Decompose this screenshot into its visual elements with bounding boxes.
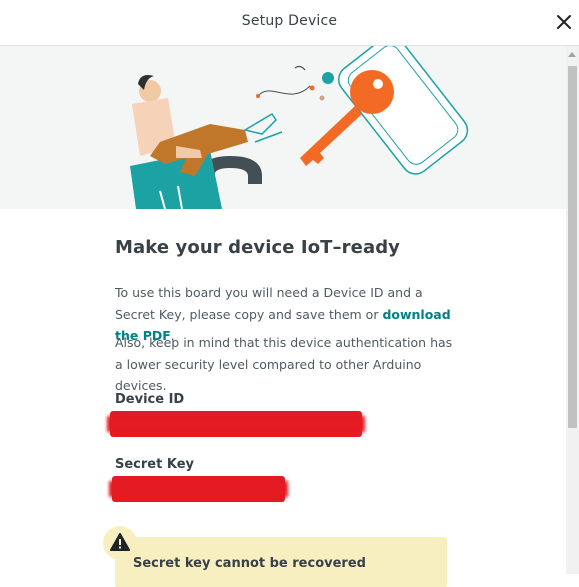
scroll-up-arrow-icon[interactable] — [568, 52, 576, 57]
device-key-illustration — [130, 46, 469, 209]
warning-icon — [102, 525, 138, 561]
close-button[interactable] — [554, 12, 574, 32]
scrollbar-thumb[interactable] — [568, 66, 577, 428]
secret-key-label: Secret Key — [115, 457, 194, 472]
device-id-value-redacted — [110, 411, 362, 437]
dialog-title: Setup Device — [241, 13, 338, 29]
page-title: Make your device IoT–ready — [115, 237, 401, 258]
scrollbar[interactable] — [566, 46, 579, 574]
device-id-label: Device ID — [115, 392, 185, 407]
warning-text: Secret key cannot be recovered — [133, 556, 366, 571]
secret-key-value-redacted — [112, 476, 285, 502]
instructions-text: To use this board you will need a Device… — [115, 285, 423, 322]
close-icon — [557, 15, 571, 29]
warning-banner: Secret key cannot be recovered — [115, 537, 447, 587]
hero-illustration — [0, 46, 566, 209]
security-note-paragraph: Also, keep in mind that this device auth… — [115, 335, 453, 393]
dialog-content: Make your device IoT–ready To use this b… — [115, 232, 455, 393]
dialog-header: Setup Device — [0, 0, 579, 46]
